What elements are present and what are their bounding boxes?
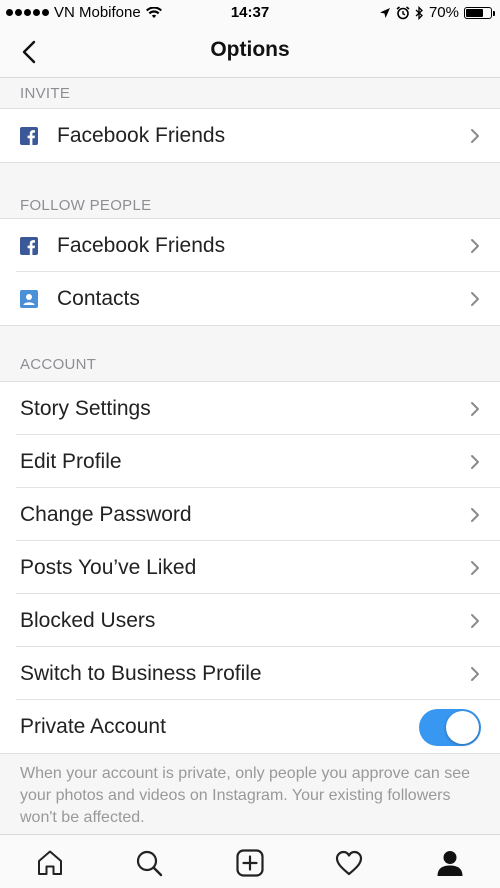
- story-settings-row[interactable]: Story Settings: [0, 382, 500, 435]
- chevron-right-icon: [471, 614, 479, 628]
- location-arrow-icon: [379, 7, 390, 18]
- options-list: INVITE Facebook Friends FOLLOW PEOPLE Fa…: [0, 78, 500, 829]
- section-header-account: ACCOUNT: [0, 325, 500, 382]
- chevron-right-icon: [471, 402, 479, 416]
- facebook-icon: [20, 126, 38, 145]
- new-post-icon[interactable]: [235, 848, 265, 878]
- activity-heart-icon[interactable]: [334, 848, 364, 878]
- battery-percentage: 70%: [428, 4, 459, 21]
- chevron-right-icon: [471, 455, 479, 469]
- status-bar: VN Mobifone 14:37 70%: [0, 0, 500, 26]
- tab-bar: [0, 834, 500, 888]
- row-label: Change Password: [20, 502, 192, 526]
- invite-facebook-friends-row[interactable]: Facebook Friends: [0, 109, 500, 162]
- row-label: Facebook Friends: [57, 123, 226, 147]
- section-header-follow-people: FOLLOW PEOPLE: [0, 162, 500, 219]
- private-account-row: Private Account: [0, 700, 500, 753]
- contacts-icon: [20, 289, 38, 308]
- section-header-invite: INVITE: [0, 78, 500, 109]
- alarm-clock-icon: [396, 5, 410, 19]
- row-label: Private Account: [20, 714, 166, 738]
- home-icon[interactable]: [35, 848, 65, 878]
- bluetooth-icon: [415, 5, 423, 20]
- row-label: Edit Profile: [20, 449, 122, 473]
- row-label: Posts You’ve Liked: [20, 555, 197, 579]
- row-label: Facebook Friends: [57, 233, 226, 257]
- page-title: Options: [210, 38, 290, 61]
- blocked-users-row[interactable]: Blocked Users: [0, 594, 500, 647]
- switch-business-profile-row[interactable]: Switch to Business Profile: [0, 647, 500, 700]
- row-label: Blocked Users: [20, 608, 156, 632]
- private-account-description: When your account is private, only peopl…: [0, 753, 500, 829]
- follow-facebook-friends-row[interactable]: Facebook Friends: [0, 219, 500, 272]
- row-label: Contacts: [57, 286, 140, 310]
- chevron-right-icon: [471, 129, 479, 143]
- search-icon[interactable]: [134, 848, 164, 878]
- navigation-bar: Options: [0, 26, 500, 78]
- chevron-right-icon: [471, 239, 479, 253]
- follow-contacts-row[interactable]: Contacts: [0, 272, 500, 325]
- facebook-icon: [20, 236, 38, 255]
- status-icons: 70%: [379, 4, 495, 21]
- row-label: Story Settings: [20, 396, 151, 420]
- chevron-right-icon: [471, 667, 479, 681]
- row-label: Switch to Business Profile: [20, 661, 262, 685]
- profile-icon[interactable]: [435, 848, 465, 878]
- toggle-knob: [446, 711, 479, 744]
- posts-liked-row[interactable]: Posts You’ve Liked: [0, 541, 500, 594]
- chevron-right-icon: [471, 292, 479, 306]
- edit-profile-row[interactable]: Edit Profile: [0, 435, 500, 488]
- battery-icon: [464, 6, 495, 19]
- chevron-right-icon: [471, 508, 479, 522]
- private-account-toggle[interactable]: [419, 709, 481, 746]
- chevron-right-icon: [471, 561, 479, 575]
- change-password-row[interactable]: Change Password: [0, 488, 500, 541]
